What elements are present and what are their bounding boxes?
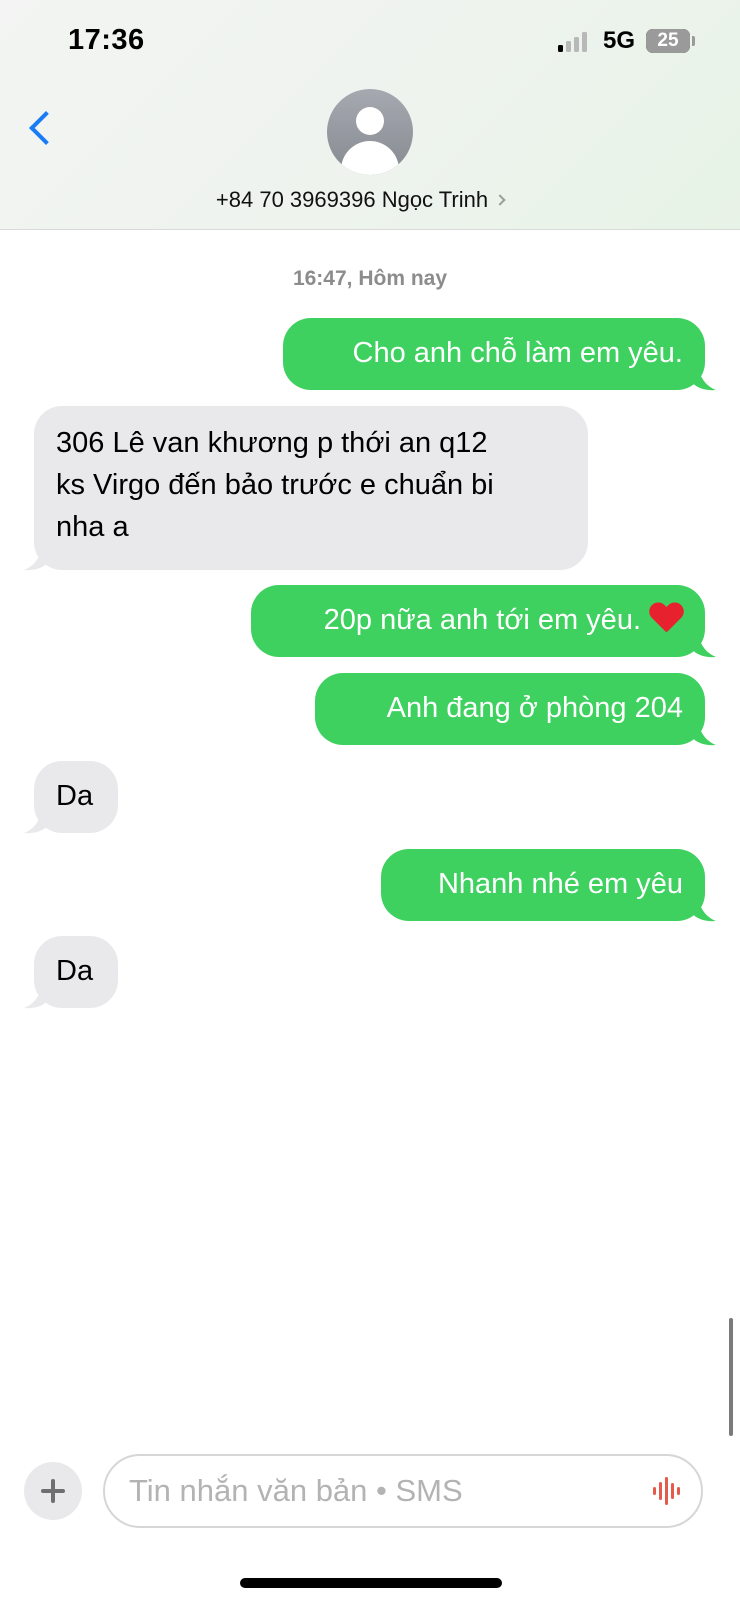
received-message[interactable]: 306 Lê van khương p thới an q12 ks Virgo… bbox=[34, 406, 588, 570]
contact-name: +84 70 3969396 Ngọc Trinh bbox=[215, 187, 489, 212]
back-button[interactable] bbox=[26, 108, 62, 152]
sent-message[interactable]: Anh đang ở phòng 204 bbox=[315, 673, 705, 745]
message-line: ks Virgo đến bảo trước e chuẩn bi bbox=[56, 469, 494, 501]
bubble-tail bbox=[24, 546, 48, 571]
scroll-indicator[interactable] bbox=[729, 1318, 733, 1436]
network-type: 5G bbox=[603, 27, 636, 54]
chevron-right-icon bbox=[494, 194, 506, 206]
home-indicator[interactable] bbox=[240, 1578, 502, 1588]
sent-message[interactable]: Nhanh nhé em yêu bbox=[381, 849, 705, 921]
status-time: 17:36 bbox=[68, 24, 145, 56]
battery-icon: 25 bbox=[646, 29, 690, 53]
battery-cap bbox=[692, 36, 695, 46]
contact-name-button[interactable]: +84 70 3969396 Ngọc Trinh bbox=[0, 187, 720, 213]
conversation-header: 17:36 5G 25 +84 70 3969396 Ngọc Trinh bbox=[0, 0, 740, 230]
bubble-tail bbox=[692, 366, 716, 391]
bubble-tail bbox=[24, 984, 48, 1009]
bubble-tail bbox=[692, 897, 716, 922]
cellular-signal-icon bbox=[558, 30, 594, 52]
person-icon-body bbox=[341, 141, 399, 175]
contact-avatar[interactable] bbox=[327, 89, 413, 175]
message-text: 20p nữa anh tới em yêu. bbox=[323, 604, 641, 636]
bubble-tail bbox=[692, 633, 716, 658]
message-input[interactable] bbox=[103, 1454, 703, 1528]
message-text: Cho anh chỗ làm em yêu. bbox=[352, 337, 683, 369]
battery-percent: 25 bbox=[657, 30, 679, 51]
plus-button[interactable] bbox=[24, 1462, 82, 1520]
message-line: 306 Lê van khương p thới an q12 bbox=[56, 427, 488, 459]
bubble-tail bbox=[24, 809, 48, 834]
message-text: Nhanh nhé em yêu bbox=[437, 868, 683, 900]
messages-screen: 17:36 5G 25 +84 70 3969396 Ngọc Trinh 16… bbox=[0, 0, 740, 1600]
message-timestamp: 16:47, Hôm nay bbox=[292, 267, 448, 290]
message-text: Da bbox=[56, 780, 94, 812]
person-icon-head bbox=[356, 107, 384, 135]
waveform-icon[interactable] bbox=[653, 1477, 685, 1505]
sent-message[interactable]: 20p nữa anh tới em yêu. bbox=[251, 585, 705, 657]
bubble-tail bbox=[692, 721, 716, 746]
message-line: nha a bbox=[56, 511, 129, 543]
message-text: Da bbox=[56, 955, 94, 987]
sent-message[interactable]: Cho anh chỗ làm em yêu. bbox=[283, 318, 705, 390]
heart-emoji-icon bbox=[649, 603, 683, 633]
message-text: Anh đang ở phòng 204 bbox=[386, 692, 683, 724]
